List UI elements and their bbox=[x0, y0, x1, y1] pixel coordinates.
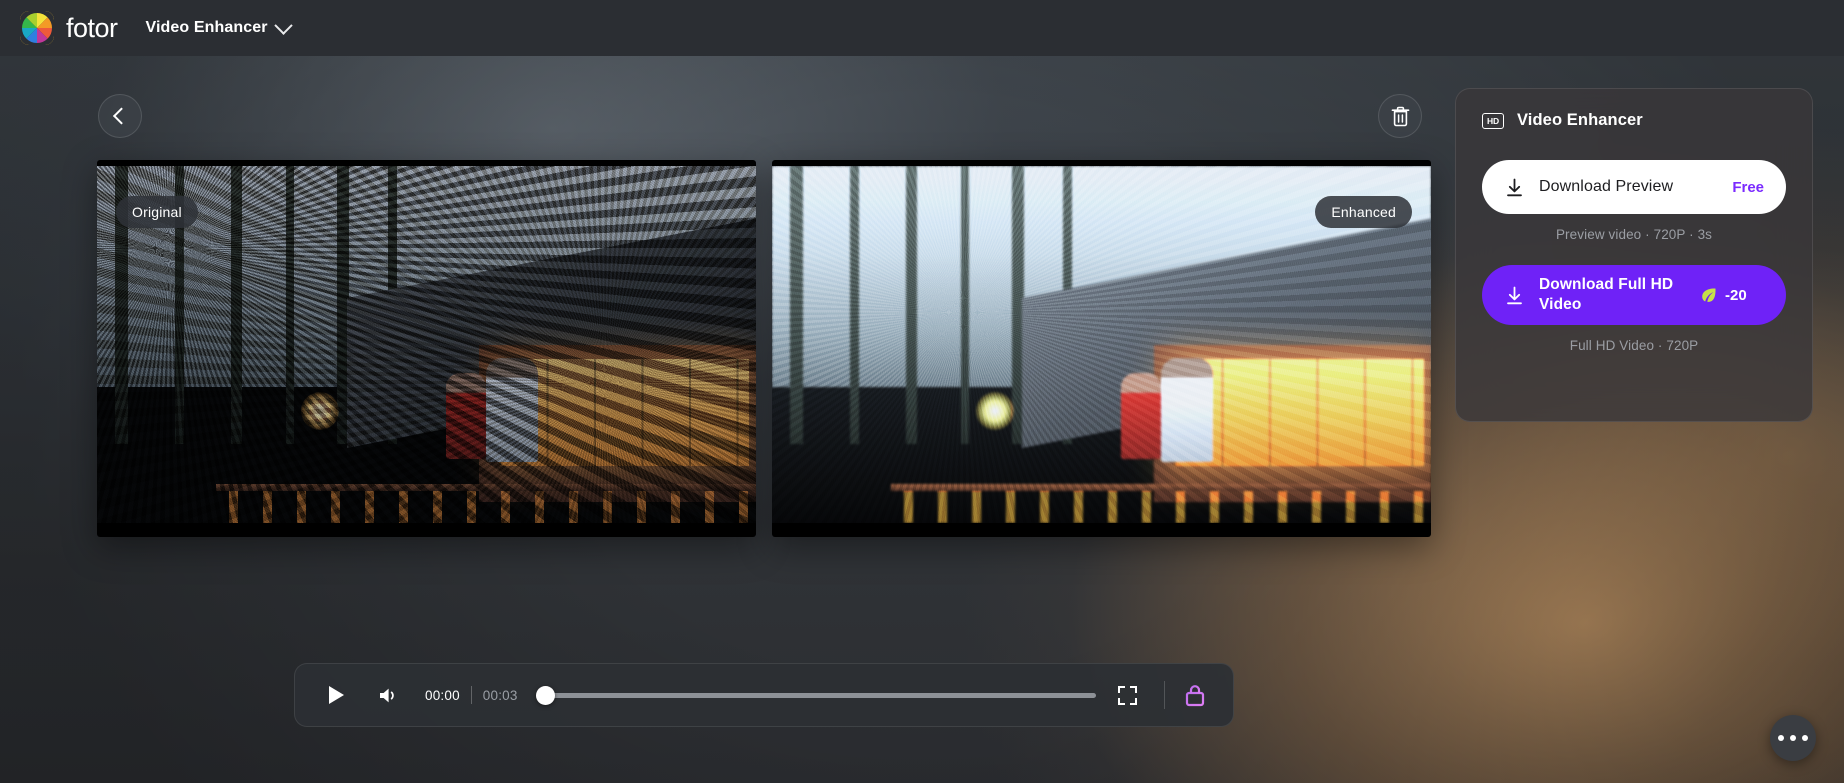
tool-selector-dropdown[interactable]: Video Enhancer bbox=[145, 15, 293, 37]
top-navigation-bar: fotor Video Enhancer bbox=[0, 0, 1844, 56]
original-badge: Original bbox=[116, 196, 198, 228]
ellipsis-dot bbox=[1790, 735, 1796, 741]
volume-icon bbox=[379, 688, 394, 702]
fullscreen-button[interactable] bbox=[1110, 678, 1144, 712]
lock-button[interactable] bbox=[1179, 679, 1211, 711]
time-divider bbox=[470, 686, 472, 704]
download-icon bbox=[1507, 178, 1522, 196]
credit-amount: -20 bbox=[1725, 286, 1747, 304]
fullhd-caption: Full HD Video · 720P bbox=[1569, 338, 1699, 353]
video-player-controls: 00:00 00:03 bbox=[294, 663, 1234, 727]
tool-selector-label: Video Enhancer bbox=[145, 19, 268, 36]
hd-badge-icon: HD bbox=[1482, 112, 1504, 129]
volume-button[interactable] bbox=[371, 678, 405, 712]
ellipsis-dot bbox=[1802, 735, 1808, 741]
trash-icon bbox=[1391, 106, 1409, 126]
back-button[interactable] bbox=[98, 94, 142, 138]
download-fullhd-label: Download Full HD Video bbox=[1539, 276, 1674, 313]
export-panel-title: Video Enhancer bbox=[1517, 111, 1643, 129]
controls-divider bbox=[1164, 681, 1165, 709]
total-time: 00:03 bbox=[482, 687, 518, 703]
preview-price-label: Free bbox=[1732, 178, 1764, 196]
leaf-credit-icon bbox=[1702, 288, 1716, 302]
play-icon bbox=[328, 686, 344, 704]
chevron-down-icon bbox=[273, 15, 293, 35]
export-panel: HD Video Enhancer Download Preview Free … bbox=[1455, 88, 1813, 422]
progress-handle[interactable] bbox=[535, 685, 555, 705]
progress-track bbox=[535, 692, 1096, 698]
download-icon bbox=[1507, 286, 1522, 304]
brand-name: fotor bbox=[66, 12, 118, 43]
chevron-left-icon bbox=[112, 107, 130, 125]
current-time: 00:00 bbox=[425, 687, 460, 703]
export-panel-header: HD Video Enhancer bbox=[1482, 111, 1786, 130]
original-video-pane[interactable]: Original bbox=[97, 160, 756, 537]
credit-cost: -20 bbox=[1699, 286, 1747, 305]
download-preview-button[interactable]: Download Preview Free bbox=[1482, 160, 1786, 214]
progress-slider[interactable] bbox=[535, 685, 1096, 705]
download-preview-label: Download Preview bbox=[1539, 178, 1674, 195]
enhanced-badge: Enhanced bbox=[1315, 196, 1412, 228]
brand-logo[interactable]: fotor bbox=[20, 11, 118, 45]
fullscreen-icon bbox=[1117, 685, 1137, 705]
enhanced-video-pane[interactable]: Enhanced bbox=[772, 160, 1431, 537]
preview-caption: Preview video · 720P · 3s bbox=[1555, 227, 1713, 242]
play-button[interactable] bbox=[319, 678, 353, 712]
video-enhancer-app: fotor Video Enhancer Original Enhanced 0… bbox=[0, 0, 1844, 783]
fotor-color-wheel-logo-icon bbox=[20, 11, 54, 45]
more-options-button[interactable] bbox=[1770, 715, 1816, 761]
delete-button[interactable] bbox=[1378, 94, 1422, 138]
ellipsis-dot bbox=[1778, 735, 1784, 741]
lock-icon bbox=[1185, 685, 1205, 707]
download-fullhd-button[interactable]: Download Full HD Video -20 bbox=[1482, 265, 1786, 325]
